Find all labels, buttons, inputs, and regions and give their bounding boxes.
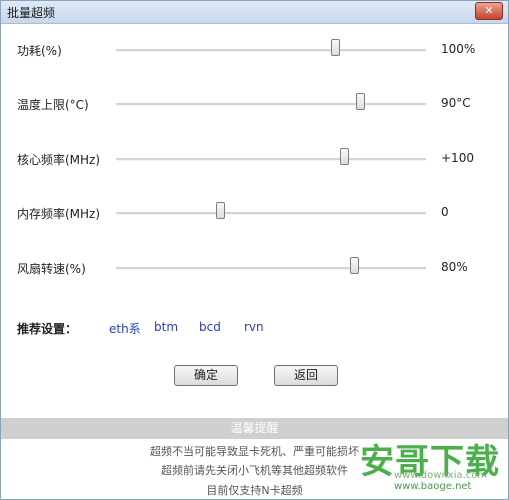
- core-clock-label: 核心频率(MHz): [17, 153, 101, 167]
- batch-overclock-dialog: 批量超频 ✕ 功耗(%) 100% 温度上限(°C) 90°C 核心频率(MHz…: [0, 0, 509, 500]
- temp-limit-slider-thumb[interactable]: [355, 93, 365, 110]
- back-button[interactable]: 返回: [274, 365, 338, 386]
- close-icon: ✕: [484, 4, 494, 17]
- core-clock-value: +100: [441, 151, 474, 165]
- memory-clock-value: 0: [441, 205, 449, 219]
- core-clock-slider-thumb[interactable]: [340, 148, 350, 165]
- preset-rvn-link[interactable]: rvn: [244, 320, 264, 334]
- fan-speed-row: 风扇转速(%) 80%: [1, 257, 508, 279]
- memory-clock-track[interactable]: [116, 212, 426, 215]
- temp-limit-value: 90°C: [441, 96, 471, 110]
- title-bar: 批量超频 ✕: [1, 1, 508, 24]
- fan-speed-value: 80%: [441, 260, 468, 274]
- memory-clock-slider-thumb[interactable]: [216, 202, 226, 219]
- watermark-url-2: www.baoge.net: [394, 481, 472, 492]
- memory-clock-label: 内存频率(MHz): [17, 207, 101, 221]
- preset-bcd-link[interactable]: bcd: [199, 320, 221, 334]
- temp-limit-row: 温度上限(°C) 90°C: [1, 93, 508, 115]
- memory-clock-row: 内存频率(MHz) 0: [1, 202, 508, 224]
- core-clock-track[interactable]: [116, 158, 426, 161]
- power-limit-row: 功耗(%) 100%: [1, 39, 508, 61]
- power-limit-value: 100%: [441, 42, 476, 56]
- fan-speed-label: 风扇转速(%): [17, 262, 86, 276]
- watermark-url-1: www.downxia.com: [394, 470, 488, 481]
- core-clock-row: 核心频率(MHz) +100: [1, 148, 508, 170]
- fan-speed-track[interactable]: [116, 267, 426, 270]
- preset-btm-link[interactable]: btm: [154, 320, 178, 334]
- confirm-button[interactable]: 确定: [174, 365, 238, 386]
- temp-limit-track[interactable]: [116, 103, 426, 106]
- temp-limit-label: 温度上限(°C): [17, 98, 89, 112]
- power-limit-track[interactable]: [116, 49, 426, 52]
- fan-speed-slider-thumb[interactable]: [349, 257, 359, 274]
- close-button[interactable]: ✕: [475, 2, 503, 20]
- power-limit-slider-thumb[interactable]: [331, 39, 341, 56]
- site-watermark: 安哥下载 www.downxia.com www.baoge.net: [334, 434, 504, 496]
- recommend-label: 推荐设置：: [17, 322, 78, 336]
- preset-eth-link[interactable]: eth系: [109, 320, 141, 337]
- power-limit-label: 功耗(%): [17, 44, 62, 58]
- window-title: 批量超频: [7, 6, 56, 20]
